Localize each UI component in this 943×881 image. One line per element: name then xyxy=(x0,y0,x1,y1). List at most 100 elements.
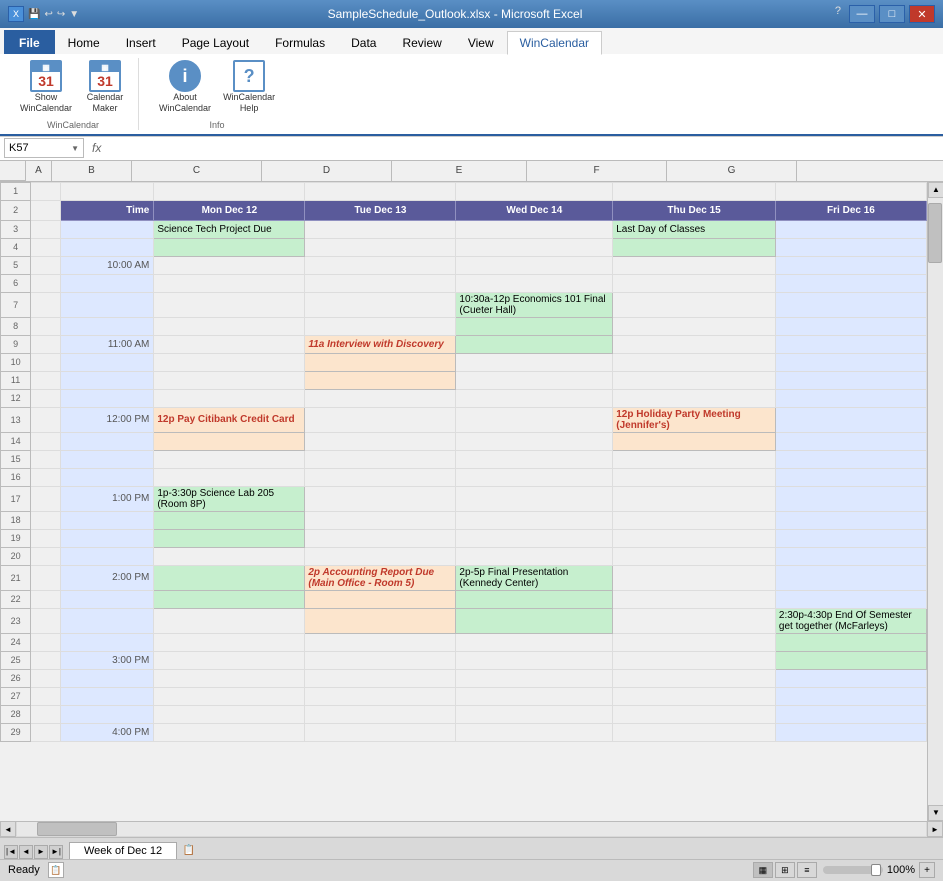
cell-e2-wed: Wed Dec 14 xyxy=(456,200,613,220)
wincalendar-help-button[interactable]: ? WinCalendarHelp xyxy=(219,58,279,116)
view-buttons: ▦ ⊞ ≡ xyxy=(753,862,817,878)
cell-c1[interactable] xyxy=(154,182,305,200)
normal-view-button[interactable]: ▦ xyxy=(753,862,773,878)
row-num-10: 10 xyxy=(1,353,31,371)
scroll-track[interactable] xyxy=(928,198,943,805)
show-wincalendar-icon: ▦ 31 xyxy=(30,60,62,92)
tab-prev-button[interactable]: ◄ xyxy=(19,845,33,859)
tab-home[interactable]: Home xyxy=(55,30,113,54)
col-header-f[interactable]: F xyxy=(527,161,667,181)
minimize-button[interactable]: — xyxy=(849,5,875,23)
row-num-24: 24 xyxy=(1,633,31,651)
about-label: AboutWinCalendar xyxy=(159,92,211,114)
tab-page-layout[interactable]: Page Layout xyxy=(169,30,262,54)
tab-review[interactable]: Review xyxy=(389,30,454,54)
cell-a1[interactable] xyxy=(31,182,61,200)
cell-g1[interactable] xyxy=(775,182,926,200)
cell-f3-event[interactable]: Last Day of Classes xyxy=(613,220,776,238)
col-header-b[interactable]: B xyxy=(52,161,132,181)
table-row: 10 xyxy=(1,353,927,371)
cell-f1[interactable] xyxy=(613,182,776,200)
table-row: 5 10:00 AM xyxy=(1,256,927,274)
table-row: 28 xyxy=(1,705,927,723)
tab-insert[interactable]: Insert xyxy=(113,30,169,54)
cell-c13-event[interactable]: 12p Pay Citibank Credit Card xyxy=(154,407,305,432)
tab-first-button[interactable]: |◄ xyxy=(4,845,18,859)
help-button[interactable]: ? xyxy=(831,5,845,23)
tab-view[interactable]: View xyxy=(455,30,507,54)
cell-e7-event[interactable]: 10:30a-12p Economics 101 Final (Cueter H… xyxy=(456,292,613,317)
row-num-22: 22 xyxy=(1,590,31,608)
cell-d2-tue: Tue Dec 13 xyxy=(305,200,456,220)
quick-access-save[interactable]: 💾 xyxy=(28,9,40,20)
zoom-out-button[interactable]: + xyxy=(919,862,935,878)
sheet-tab-icon[interactable]: 📋 xyxy=(181,843,197,859)
zoom-thumb[interactable] xyxy=(871,864,881,876)
ribbon-group-wincalendar: ▦ 31 ShowWinCalendar ▦ 31 CalendarMaker … xyxy=(8,58,139,130)
cell-e1[interactable] xyxy=(456,182,613,200)
column-header-row: A B C D E F G xyxy=(0,161,943,182)
quick-access-undo[interactable]: ↩ xyxy=(44,9,52,20)
close-button[interactable]: ✕ xyxy=(909,5,935,23)
grid-main: 1 2 Time Mon Dec 12 Tue Dec 13 Wed xyxy=(0,182,927,821)
calendar-maker-button[interactable]: ▦ 31 CalendarMaker xyxy=(80,58,130,116)
cell-b1[interactable] xyxy=(61,182,154,200)
vertical-scrollbar[interactable]: ▲ ▼ xyxy=(927,182,943,821)
page-layout-view-button[interactable]: ⊞ xyxy=(775,862,795,878)
scroll-thumb[interactable] xyxy=(928,203,942,263)
ribbon: File Home Insert Page Layout Formulas Da… xyxy=(0,28,943,137)
tab-wincalendar[interactable]: WinCalendar xyxy=(507,31,602,55)
cell-a2[interactable] xyxy=(31,200,61,220)
page-break-view-button[interactable]: ≡ xyxy=(797,862,817,878)
cell-c17-event[interactable]: 1p-3:30p Science Lab 205 (Room 8P) xyxy=(154,486,305,511)
cell-e21-event[interactable]: 2p-5p Final Presentation (Kennedy Center… xyxy=(456,565,613,590)
tab-last-button[interactable]: ►| xyxy=(49,845,63,859)
col-header-e[interactable]: E xyxy=(392,161,527,181)
ribbon-content: ▦ 31 ShowWinCalendar ▦ 31 CalendarMaker … xyxy=(0,54,943,136)
window-title: SampleSchedule_Outlook.xlsx - Microsoft … xyxy=(79,7,831,21)
row-num-17: 17 xyxy=(1,486,31,511)
formula-input[interactable] xyxy=(105,138,939,158)
table-row: 17 1:00 PM 1p-3:30p Science Lab 205 (Roo… xyxy=(1,486,927,511)
about-wincalendar-button[interactable]: i AboutWinCalendar xyxy=(155,58,215,116)
quick-access-more[interactable]: ▼ xyxy=(69,9,79,20)
name-box-dropdown[interactable]: ▼ xyxy=(71,144,79,153)
col-header-c[interactable]: C xyxy=(132,161,262,181)
quick-access-redo[interactable]: ↪ xyxy=(57,9,65,20)
scroll-left-button[interactable]: ◄ xyxy=(0,821,16,837)
row-num-27: 27 xyxy=(1,687,31,705)
zoom-slider[interactable] xyxy=(823,866,883,874)
col-header-g[interactable]: G xyxy=(667,161,797,181)
cell-f13-event[interactable]: 12p Holiday Party Meeting (Jennifer's) xyxy=(613,407,776,432)
scroll-up-button[interactable]: ▲ xyxy=(928,182,943,198)
scroll-down-button[interactable]: ▼ xyxy=(928,805,943,821)
cell-b9-time: 11:00 AM xyxy=(61,335,154,353)
cell-c3-event[interactable]: Science Tech Project Due xyxy=(154,220,305,238)
scroll-right-button[interactable]: ► xyxy=(927,821,943,837)
row-num-29: 29 xyxy=(1,723,31,741)
name-box[interactable]: K57 ▼ xyxy=(4,138,84,158)
zoom-level: 100% xyxy=(887,864,915,876)
tab-data[interactable]: Data xyxy=(338,30,389,54)
cell-d9-event[interactable]: 11a Interview with Discovery xyxy=(305,335,456,353)
cell-d21-event[interactable]: 2p Accounting Report Due (Main Office - … xyxy=(305,565,456,590)
tab-formulas[interactable]: Formulas xyxy=(262,30,338,54)
cell-g23-event[interactable]: 2:30p-4:30p End Of Semester get together… xyxy=(775,608,926,633)
cell-d1[interactable] xyxy=(305,182,456,200)
show-wincalendar-button[interactable]: ▦ 31 ShowWinCalendar xyxy=(16,58,76,116)
zoom-controls: 100% + xyxy=(823,862,935,878)
table-row: 9 11:00 AM 11a Interview with Discovery xyxy=(1,335,927,353)
row-num-1: 1 xyxy=(1,182,31,200)
row-num-7: 7 xyxy=(1,292,31,317)
horizontal-scrollbar[interactable]: ◄ ► xyxy=(0,821,943,837)
maximize-button[interactable]: □ xyxy=(879,5,905,23)
row-num-4: 4 xyxy=(1,238,31,256)
sheet-tab-week[interactable]: Week of Dec 12 xyxy=(69,842,177,859)
col-header-d[interactable]: D xyxy=(262,161,392,181)
tab-next-button[interactable]: ► xyxy=(34,845,48,859)
tab-file[interactable]: File xyxy=(4,30,55,54)
table-row: 29 4:00 PM xyxy=(1,723,927,741)
fx-label: fx xyxy=(92,141,101,155)
col-header-a[interactable]: A xyxy=(26,161,52,181)
row-num-25: 25 xyxy=(1,651,31,669)
